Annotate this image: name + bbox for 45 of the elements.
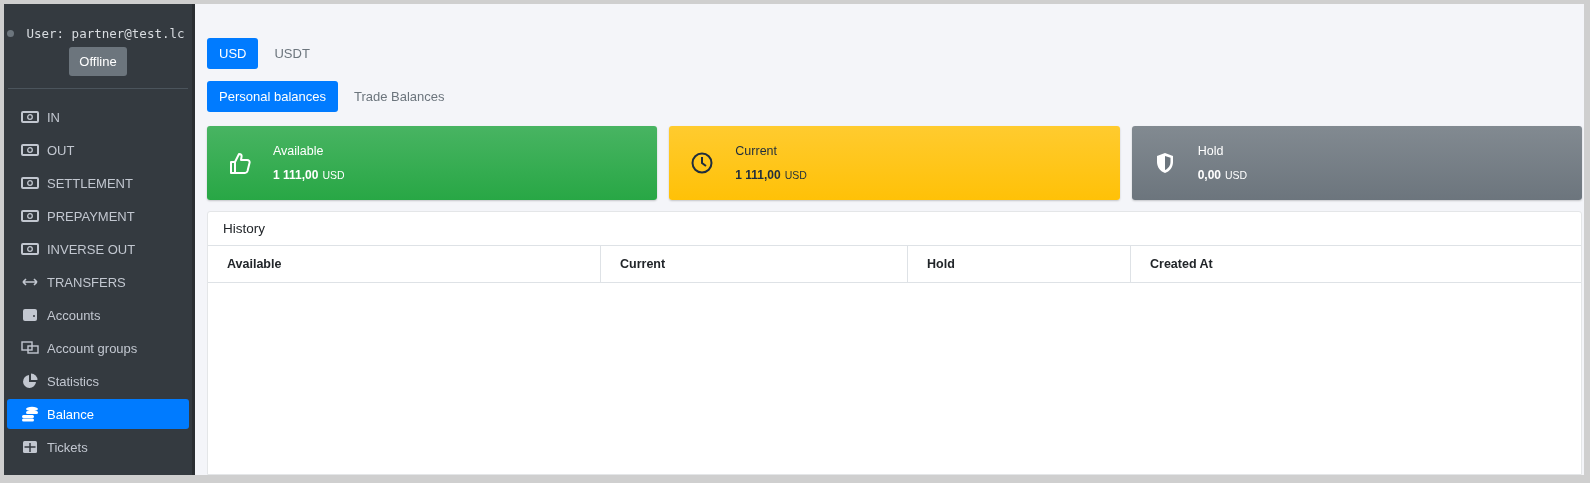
card-title: Hold [1197, 144, 1225, 158]
currency-label: USD [322, 169, 345, 181]
currency-tab[interactable]: USD [207, 38, 259, 69]
pie-chart-icon [21, 373, 39, 389]
currency-label: USD [784, 169, 807, 181]
amount-value: 1 111,00 [273, 168, 319, 182]
column-header: Current [601, 246, 908, 282]
column-header: Available [208, 246, 601, 282]
panel-title: History [223, 221, 265, 236]
wallet-icon [21, 308, 39, 322]
sidebar-item[interactable]: SETTLEMENT [7, 168, 189, 198]
sidebar-item[interactable]: Accounts [7, 300, 189, 330]
balance-tab[interactable]: Personal balances [207, 81, 338, 112]
banknote-icon [21, 144, 39, 156]
column-header: Hold [908, 246, 1131, 282]
status-button[interactable]: Offline [69, 47, 127, 76]
amount-value: 0,00 [1197, 168, 1221, 182]
balance-tab[interactable]: Trade Balances [341, 81, 457, 112]
thumbs-up-icon [229, 151, 251, 175]
currency-tab[interactable]: USDT [262, 38, 322, 69]
sidebar-item[interactable]: IN [7, 102, 189, 132]
banknote-icon [21, 177, 39, 189]
card-title: Current [735, 144, 778, 158]
column-header: Created At [1149, 256, 1214, 273]
amount-value: 1 111,00 [735, 168, 781, 182]
table-icon [21, 440, 39, 454]
banknote-icon [21, 210, 39, 222]
banknote-icon [21, 243, 39, 255]
user-label: User: partner@test.lc [26, 26, 185, 41]
sidebar-item[interactable]: Account groups [7, 333, 189, 363]
sidebar-item[interactable]: Statistics [7, 366, 189, 396]
sidebar-item[interactable]: PREPAYMENT [7, 201, 189, 231]
card-title: Available [273, 144, 325, 158]
banknote-icon [21, 111, 39, 123]
coins-icon [21, 406, 39, 422]
sidebar-item[interactable]: INVERSE OUT [7, 234, 189, 264]
shield-icon [1154, 152, 1175, 174]
double-arrow-icon [21, 278, 39, 286]
sidebar-item[interactable]: Balance [7, 399, 189, 429]
monitors-icon [21, 341, 39, 355]
sidebar-item[interactable]: Tickets [7, 432, 189, 462]
sidebar-item[interactable]: TRANSFERS [7, 267, 189, 297]
currency-label: USD [1225, 169, 1248, 181]
clock-icon [691, 152, 714, 174]
sidebar-item[interactable]: OUT [7, 135, 189, 165]
